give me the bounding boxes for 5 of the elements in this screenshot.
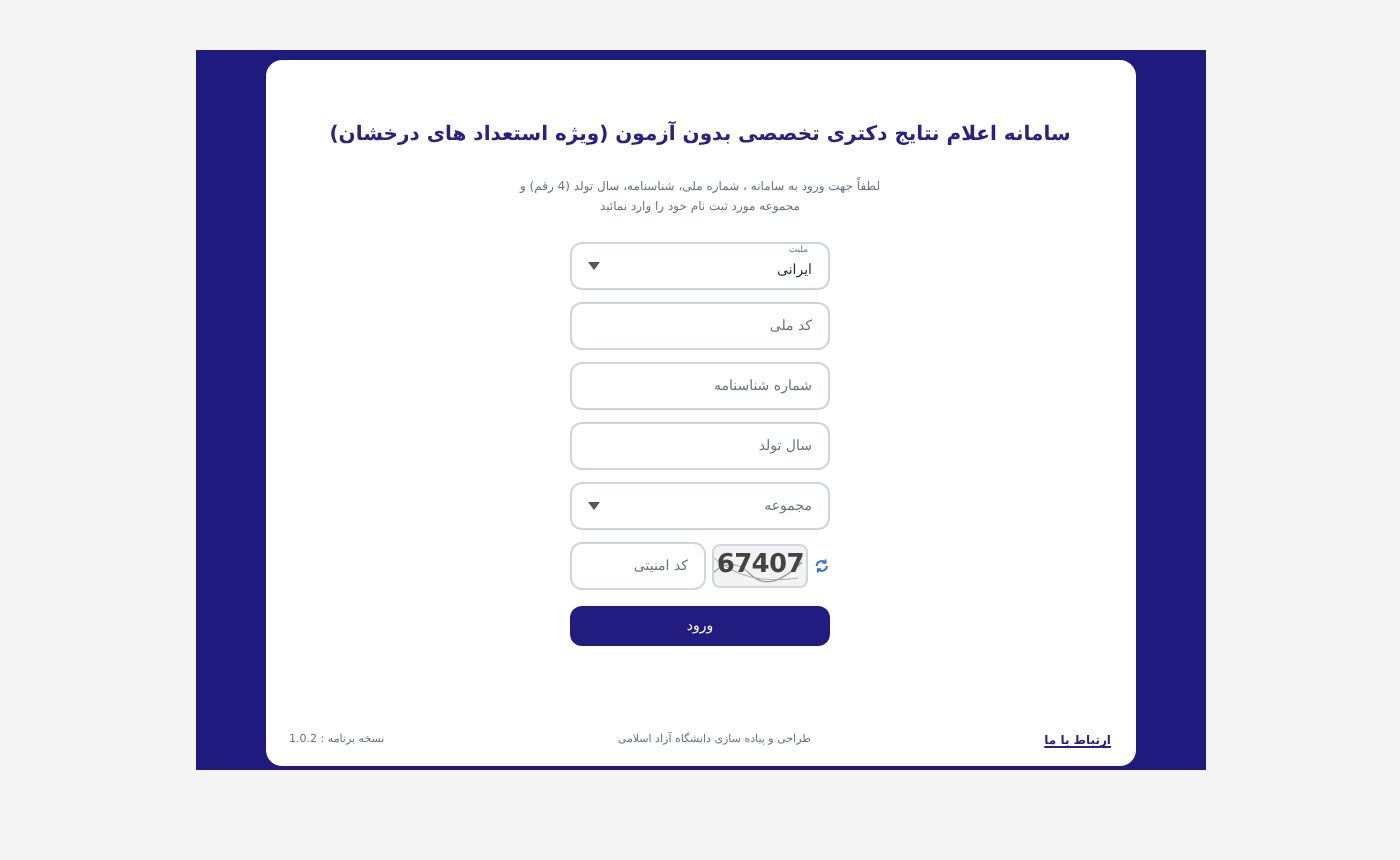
page-title: سامانه اعلام نتایج دکتری تخصصی بدون آزمون (ویژه استعداد های درخشان) bbox=[329, 120, 1071, 150]
captcha-image: 67407 bbox=[712, 544, 809, 588]
refresh-icon[interactable] bbox=[814, 558, 830, 574]
dropdown-caret-icon bbox=[588, 262, 600, 270]
dropdown-caret-icon bbox=[588, 502, 600, 510]
